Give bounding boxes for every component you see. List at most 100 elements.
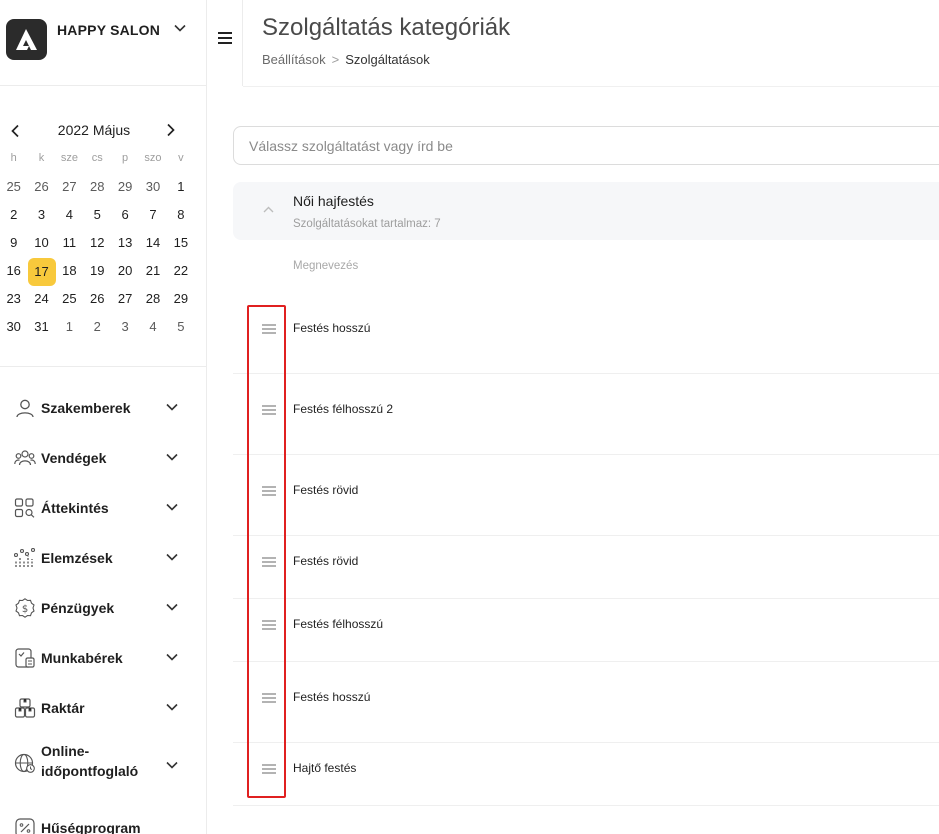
calendar-day[interactable]: 4 xyxy=(139,314,167,340)
service-name: Festés félhosszú 2 xyxy=(293,402,394,416)
sidebar-item-label: Vendégek xyxy=(41,450,107,466)
service-row[interactable]: Hajtő festés xyxy=(233,743,939,806)
service-name: Festés hosszú xyxy=(293,690,371,704)
service-row[interactable]: Festés félhosszú 2 xyxy=(233,374,939,455)
chevron-down-icon xyxy=(166,603,178,611)
calendar-day[interactable]: 25 xyxy=(55,286,83,312)
service-row[interactable]: Festés rövid xyxy=(233,536,939,599)
sidebar-item-label: Hűségprogram xyxy=(41,820,141,834)
service-row[interactable]: Festés hosszú xyxy=(233,662,939,743)
chevron-down-icon xyxy=(166,703,178,711)
sidebar-item-elemzesek[interactable]: Elemzések xyxy=(0,533,207,583)
sidebar-item-raktar[interactable]: Raktár xyxy=(0,683,207,733)
calendar-day[interactable]: 2 xyxy=(83,314,111,340)
analytics-icon xyxy=(14,548,36,567)
calendar-day[interactable]: 27 xyxy=(55,174,83,200)
calendar-day[interactable]: 16 xyxy=(0,258,28,284)
calendar-day[interactable]: 30 xyxy=(0,314,28,340)
service-row[interactable]: Festés félhosszú xyxy=(233,599,939,662)
breadcrumb-link-beallitasok[interactable]: Beállítások xyxy=(262,52,326,67)
breadcrumb-current: Szolgáltatások xyxy=(345,52,430,67)
calendar-day[interactable]: 13 xyxy=(111,230,139,256)
calendar-day[interactable]: 5 xyxy=(167,314,195,340)
salon-logo xyxy=(6,19,47,60)
sidebar-item-vendegek[interactable]: Vendégek xyxy=(0,433,207,483)
chevron-down-icon xyxy=(166,653,178,661)
calendar-day[interactable]: 7 xyxy=(139,202,167,228)
calendar-day[interactable]: 4 xyxy=(55,202,83,228)
calendar-day[interactable]: 23 xyxy=(0,286,28,312)
sidebar-item-online-idopontfoglalo[interactable]: Online- időpontfoglaló xyxy=(0,733,207,803)
salon-name: HAPPY SALON xyxy=(57,22,161,38)
service-row[interactable]: Festés rövid xyxy=(233,455,939,536)
weekday-label: v xyxy=(178,152,184,164)
sidebar-item-penzugyek[interactable]: $ Pénzügyek xyxy=(0,583,207,633)
calendar-day[interactable]: 8 xyxy=(167,202,195,228)
calendar-day[interactable]: 27 xyxy=(111,286,139,312)
sidebar-item-label: Munkabérek xyxy=(41,650,123,666)
divider xyxy=(243,86,939,87)
percent-icon xyxy=(15,818,35,834)
calendar-day[interactable]: 14 xyxy=(139,230,167,256)
chevron-up-icon[interactable] xyxy=(263,206,274,213)
menu-toggle-icon[interactable] xyxy=(218,32,232,46)
sidebar-item-husegprogram[interactable]: Hűségprogram xyxy=(0,803,207,834)
calendar-day[interactable]: 30 xyxy=(139,174,167,200)
sidebar-item-label: Elemzések xyxy=(41,550,113,566)
category-header[interactable]: Női hajfestés Szolgáltatásokat tartalmaz… xyxy=(233,182,939,240)
calendar-day[interactable]: 29 xyxy=(167,286,195,312)
calendar-day[interactable]: 1 xyxy=(167,174,195,200)
warehouse-boxes-icon xyxy=(14,698,36,718)
chevron-down-icon xyxy=(166,761,178,769)
calendar-day[interactable]: 11 xyxy=(55,230,83,256)
calendar-day[interactable]: 22 xyxy=(167,258,195,284)
grid-search-icon xyxy=(14,498,35,518)
calendar-day[interactable]: 19 xyxy=(83,258,111,284)
calendar-day[interactable]: 20 xyxy=(111,258,139,284)
sidebar-item-munkaberek[interactable]: Munkabérek xyxy=(0,633,207,683)
weekday-label: cs xyxy=(91,152,103,164)
calendar-day[interactable]: 15 xyxy=(167,230,195,256)
calendar-day[interactable]: 18 xyxy=(55,258,83,284)
weekday-label: k xyxy=(38,152,45,164)
weekday-label: p xyxy=(122,152,129,164)
service-row[interactable]: Festés hosszú xyxy=(233,293,939,374)
calendar-day[interactable]: 28 xyxy=(83,174,111,200)
calendar-day[interactable]: 6 xyxy=(111,202,139,228)
service-search-input[interactable] xyxy=(233,126,939,165)
calendar-day[interactable]: 31 xyxy=(27,314,55,340)
calendar-grid: h k sze cs p szo v 25 26 27 28 29 30 1 2 3 4 5 6 7 8 9 10 11 12… xyxy=(0,151,195,341)
dollar-badge-icon: $ xyxy=(15,598,35,618)
sidebar-item-szakemberek[interactable]: Szakemberek xyxy=(0,383,207,433)
chevron-down-icon[interactable] xyxy=(174,24,186,32)
calendar-day[interactable]: 5 xyxy=(83,202,111,228)
chevron-down-icon xyxy=(166,503,178,511)
chevron-right-icon[interactable] xyxy=(166,123,176,137)
calendar-day[interactable]: 3 xyxy=(27,202,55,228)
calendar-day[interactable]: 25 xyxy=(0,174,28,200)
calendar-day[interactable]: 29 xyxy=(111,174,139,200)
sidebar-item-attekintes[interactable]: Áttekintés xyxy=(0,483,207,533)
chevron-down-icon xyxy=(166,403,178,411)
drag-handles-highlight xyxy=(247,305,286,798)
sidebar-item-label: Pénzügyek xyxy=(41,600,115,616)
calendar-day[interactable]: 9 xyxy=(0,230,28,256)
calendar-day[interactable]: 26 xyxy=(27,174,55,200)
calendar-day[interactable]: 10 xyxy=(27,230,55,256)
calendar-day[interactable]: 1 xyxy=(55,314,83,340)
calendar-day[interactable]: 26 xyxy=(83,286,111,312)
divider xyxy=(0,366,207,367)
breadcrumb-separator: > xyxy=(331,52,340,67)
calendar-day[interactable]: 3 xyxy=(111,314,139,340)
calendar-day[interactable]: 28 xyxy=(139,286,167,312)
calendar-day[interactable]: 21 xyxy=(139,258,167,284)
calendar-day[interactable]: 2 xyxy=(0,202,28,228)
users-group-icon xyxy=(14,450,36,466)
calendar-day[interactable]: 12 xyxy=(83,230,111,256)
brand-switcher[interactable]: HAPPY SALON xyxy=(0,0,207,86)
calendar-day-selected[interactable]: 17 xyxy=(27,258,56,286)
service-name: Festés hosszú xyxy=(293,321,371,335)
category-service-count: Szolgáltatásokat tartalmaz: 7 xyxy=(293,218,441,230)
calendar-day[interactable]: 24 xyxy=(27,286,55,312)
payroll-icon xyxy=(15,648,35,668)
